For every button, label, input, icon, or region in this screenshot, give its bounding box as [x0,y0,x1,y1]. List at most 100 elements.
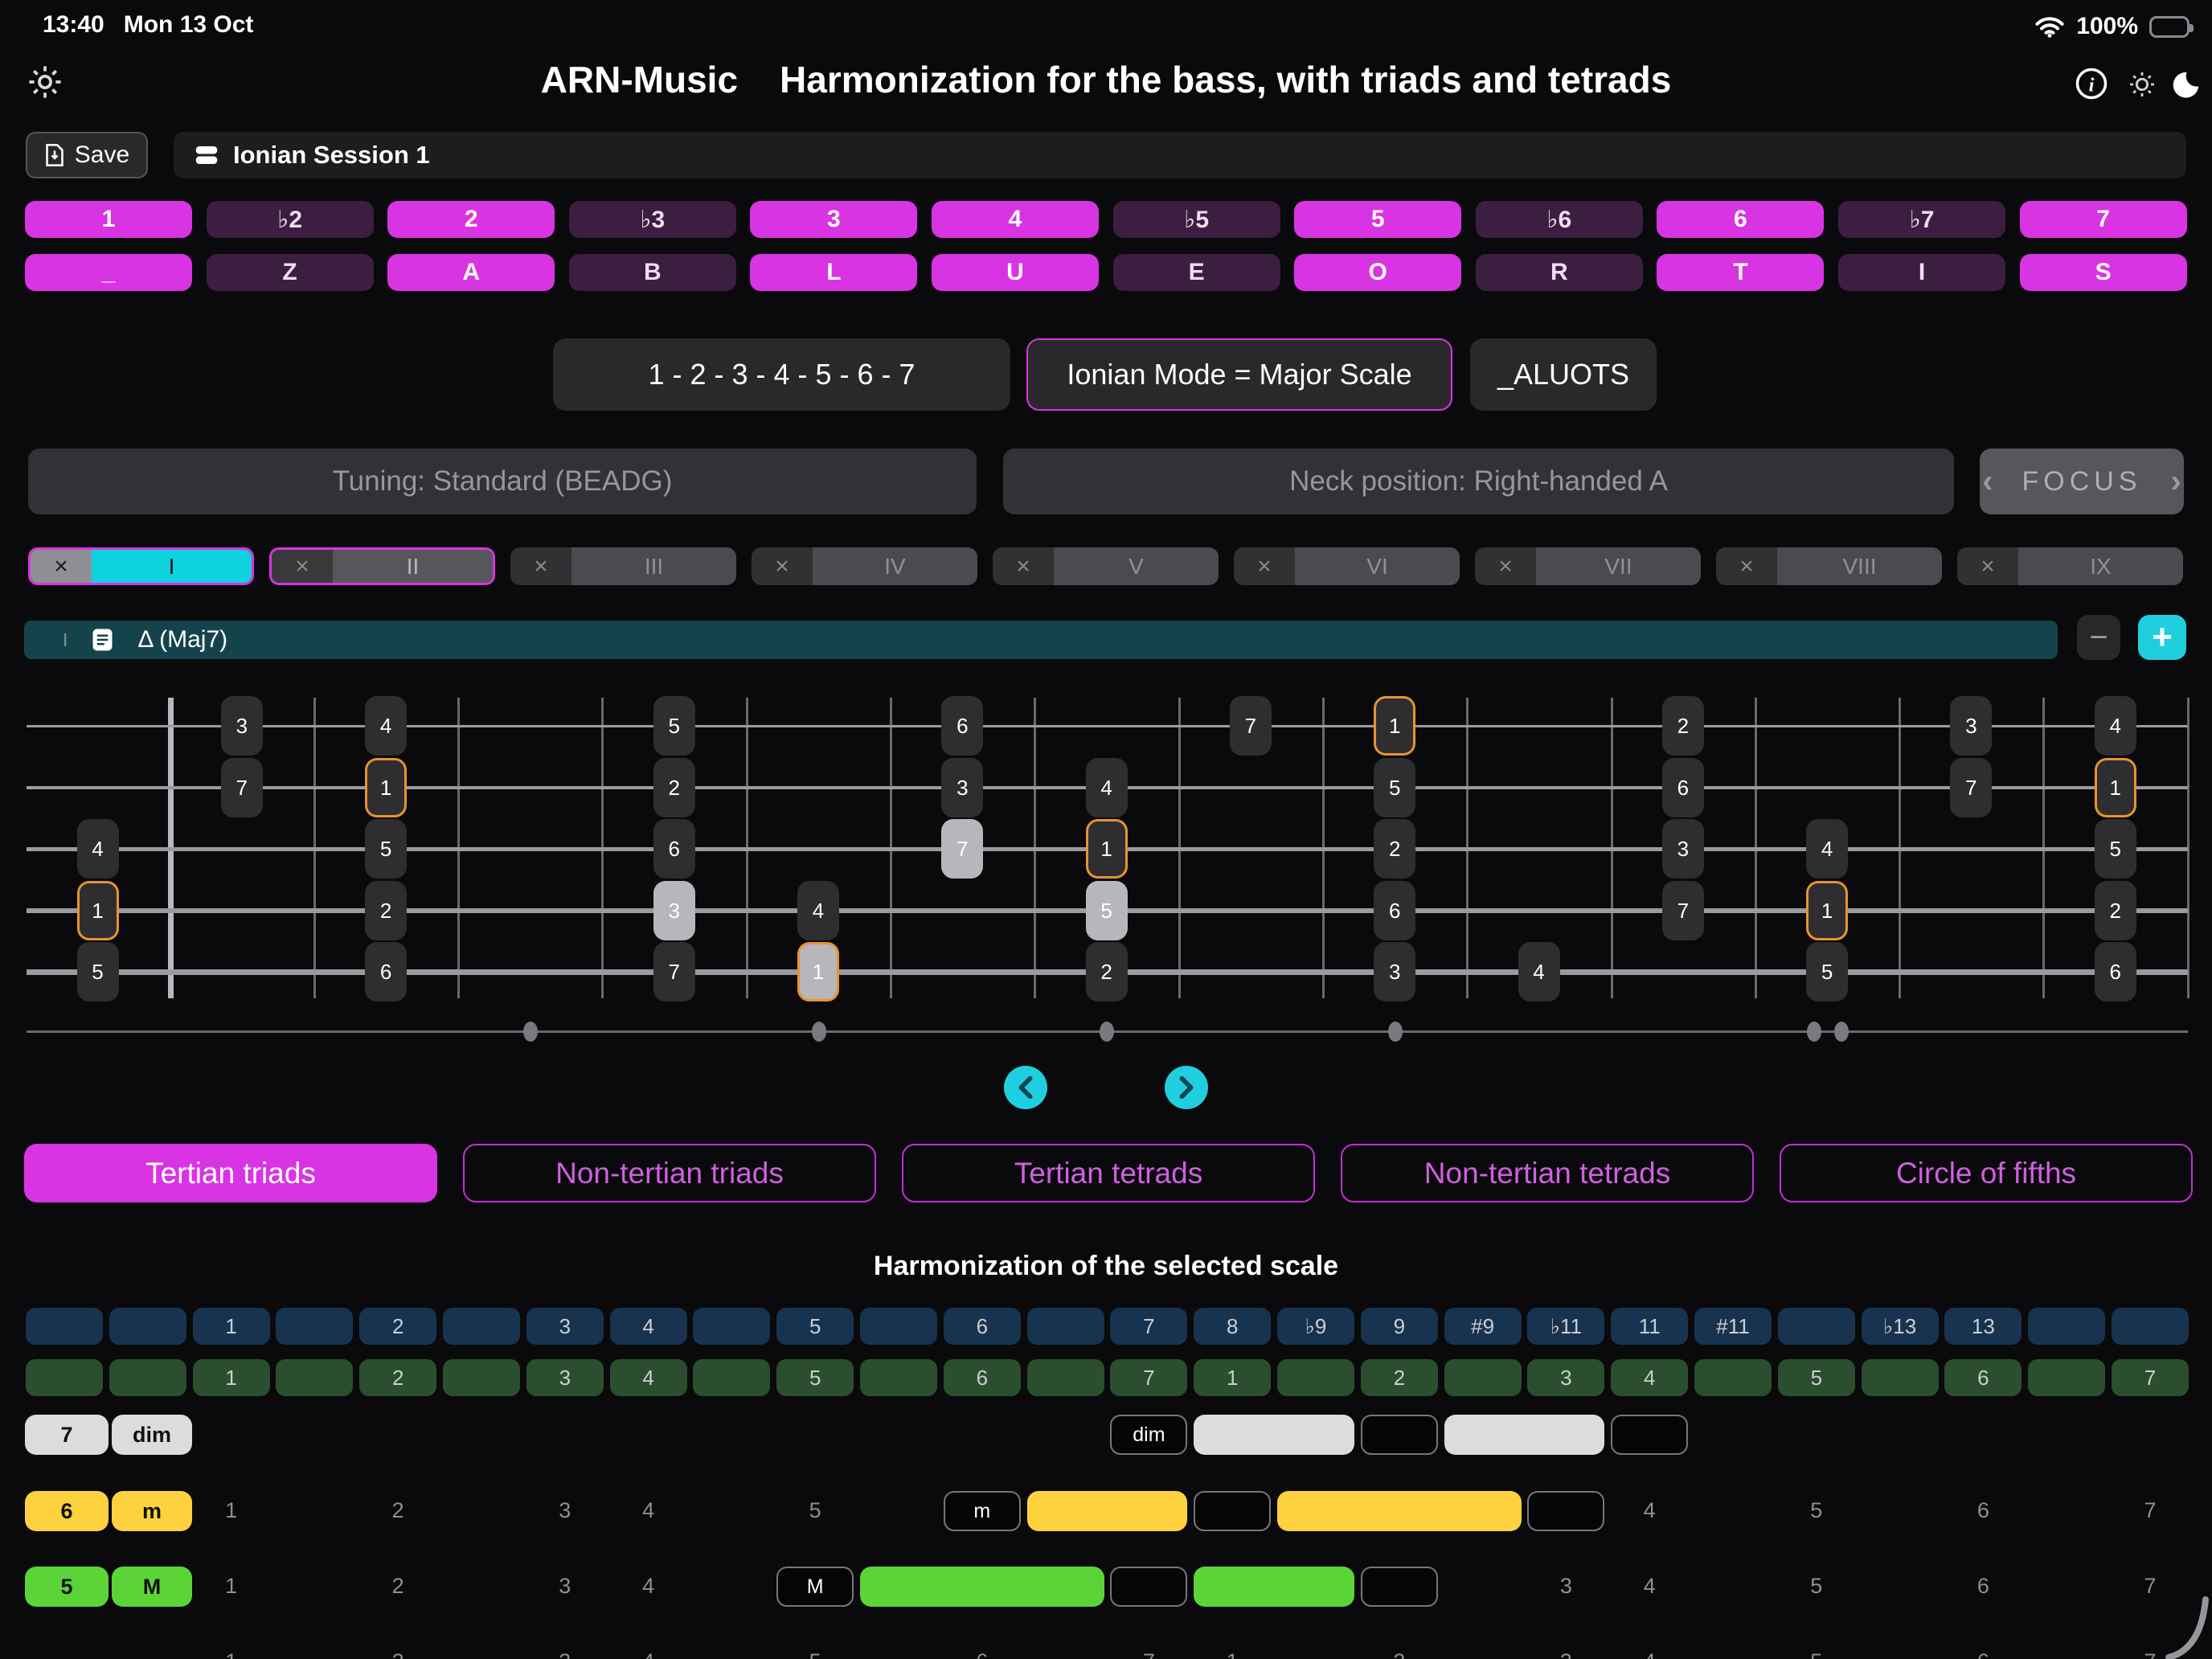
mode-name-button[interactable]: Ionian Mode = Major Scale [1026,338,1452,411]
position-tab-III[interactable]: ×III [510,547,736,585]
close-icon[interactable]: × [1716,547,1777,585]
letter-pill-9[interactable]: R [1476,254,1643,291]
degree-pill-6[interactable]: 4 [932,201,1099,238]
degree-cell-4[interactable]: 4 [1611,1359,1688,1396]
extension-cell-3[interactable]: 3 [526,1308,604,1345]
degree-cell-empty[interactable] [2028,1359,2105,1396]
degree-cell-empty[interactable] [109,1359,186,1396]
fret-note-5[interactable]: 5 [77,942,119,1002]
extension-cell-empty[interactable] [109,1308,186,1345]
extension-cell-empty[interactable] [2112,1308,2189,1345]
degree-cell-empty[interactable] [1694,1359,1772,1396]
extension-cell-empty[interactable] [2028,1308,2105,1345]
close-icon[interactable]: × [31,550,92,583]
degree-cell-7[interactable]: 7 [1110,1359,1187,1396]
extension-cell-5[interactable]: 5 [776,1308,854,1345]
degree-pill-7[interactable]: ♭5 [1113,201,1280,238]
extension-cell-9[interactable]: 9 [1361,1308,1438,1345]
degree-cell-7[interactable]: 7 [2112,1359,2189,1396]
focus-prev-icon[interactable]: ‹ [1982,464,1993,500]
neck-position-button[interactable]: Neck position: Right-handed A [1003,449,1954,514]
extension-cell-13[interactable]: 13 [1944,1308,2022,1345]
light-mode-sun-icon[interactable] [2125,68,2159,101]
remove-chord-button[interactable]: − [2077,615,2120,660]
focus-button[interactable]: ‹ FOCUS › [1980,449,2184,514]
extension-cell-empty[interactable] [693,1308,770,1345]
extension-cell-empty[interactable] [860,1308,937,1345]
letter-pill-8[interactable]: O [1294,254,1461,291]
scale-degrees-button[interactable]: 1 - 2 - 3 - 4 - 5 - 6 - 7 [553,338,1010,411]
letter-pill-4[interactable]: B [569,254,736,291]
fret-note-3[interactable]: 3 [653,881,695,940]
fret-note-1[interactable]: 1 [1806,881,1848,940]
focus-next-icon[interactable]: › [2171,464,2181,500]
fret-note-6[interactable]: 6 [1374,881,1415,940]
degree-cell-empty[interactable] [1862,1359,1939,1396]
degree-cell-empty[interactable] [276,1359,353,1396]
extension-cell-8[interactable]: 8 [1194,1308,1271,1345]
degree-cell-3[interactable]: 3 [1527,1359,1604,1396]
extension-cell-4[interactable]: 4 [610,1308,687,1345]
letter-pill-7[interactable]: E [1113,254,1280,291]
degree-cell-2[interactable]: 2 [359,1359,436,1396]
stepper-value-7[interactable]: 7 [25,1415,109,1455]
degree-cell-empty[interactable] [443,1359,520,1396]
fret-note-4[interactable]: 4 [1806,819,1848,879]
close-icon[interactable]: × [752,547,813,585]
fret-note-3[interactable]: 3 [1374,942,1415,1002]
position-tab-VIII[interactable]: ×VIII [1716,547,1942,585]
extension-cell-empty[interactable] [443,1308,520,1345]
extension-cell-2[interactable]: 2 [359,1308,436,1345]
degree-cell-empty[interactable] [1027,1359,1104,1396]
degree-pill-2[interactable]: ♭2 [207,201,374,238]
letter-pill-10[interactable]: T [1657,254,1824,291]
degree-pill-1[interactable]: 1 [25,201,192,238]
fret-note-2[interactable]: 2 [1662,696,1704,756]
fret-note-3[interactable]: 3 [941,758,983,817]
tab-non-tertian-tetrads[interactable]: Non-tertian tetrads [1341,1144,1754,1202]
tuning-button[interactable]: Tuning: Standard (BEADG) [28,449,977,514]
fret-note-7[interactable]: 7 [1662,881,1704,940]
fret-note-6[interactable]: 6 [653,819,695,879]
degree-pill-4[interactable]: ♭3 [569,201,736,238]
degree-cell-5[interactable]: 5 [1778,1359,1855,1396]
fret-note-1[interactable]: 1 [77,881,119,940]
extension-cell-empty[interactable] [1778,1308,1855,1345]
session-bar[interactable]: Ionian Session 1 [174,132,2186,178]
letter-pill-1[interactable]: _ [25,254,192,291]
position-tab-V[interactable]: ×V [993,547,1219,585]
degree-pill-12[interactable]: 7 [2020,201,2187,238]
position-tab-VI[interactable]: ×VI [1234,547,1460,585]
fret-note-4[interactable]: 4 [1518,942,1560,1002]
degree-cell-4[interactable]: 4 [610,1359,687,1396]
add-chord-button[interactable]: + [2138,615,2186,660]
fret-note-1[interactable]: 1 [365,758,407,817]
fret-note-1[interactable]: 1 [1086,819,1128,879]
degree-cell-empty[interactable] [1444,1359,1522,1396]
letter-pill-2[interactable]: Z [207,254,374,291]
degree-pill-3[interactable]: 2 [387,201,555,238]
degree-cell-3[interactable]: 3 [526,1359,604,1396]
fret-note-5[interactable]: 5 [365,819,407,879]
fret-note-4[interactable]: 4 [797,881,839,940]
extension-cell-#11[interactable]: #11 [1694,1308,1772,1345]
extension-cell-empty[interactable] [1027,1308,1104,1345]
extension-cell-empty[interactable] [26,1308,103,1345]
stepper-quality-m[interactable]: m [112,1491,192,1531]
fret-note-4[interactable]: 4 [1086,758,1128,817]
fret-note-3[interactable]: 3 [221,696,263,756]
tab-tertian-triads[interactable]: Tertian triads [24,1144,437,1202]
degree-cell-2[interactable]: 2 [1361,1359,1438,1396]
position-tab-II[interactable]: ×II [269,547,495,585]
fret-note-1[interactable]: 1 [797,942,839,1002]
fret-note-5[interactable]: 5 [2095,819,2136,879]
letter-pill-12[interactable]: S [2020,254,2187,291]
fret-note-5[interactable]: 5 [1374,758,1415,817]
fret-note-2[interactable]: 2 [1086,942,1128,1002]
degree-pill-10[interactable]: 6 [1657,201,1824,238]
close-icon[interactable]: × [1475,547,1536,585]
fret-note-4[interactable]: 4 [365,696,407,756]
degree-cell-5[interactable]: 5 [776,1359,854,1396]
degree-cell-1[interactable]: 1 [193,1359,270,1396]
close-icon[interactable]: × [1957,547,2018,585]
